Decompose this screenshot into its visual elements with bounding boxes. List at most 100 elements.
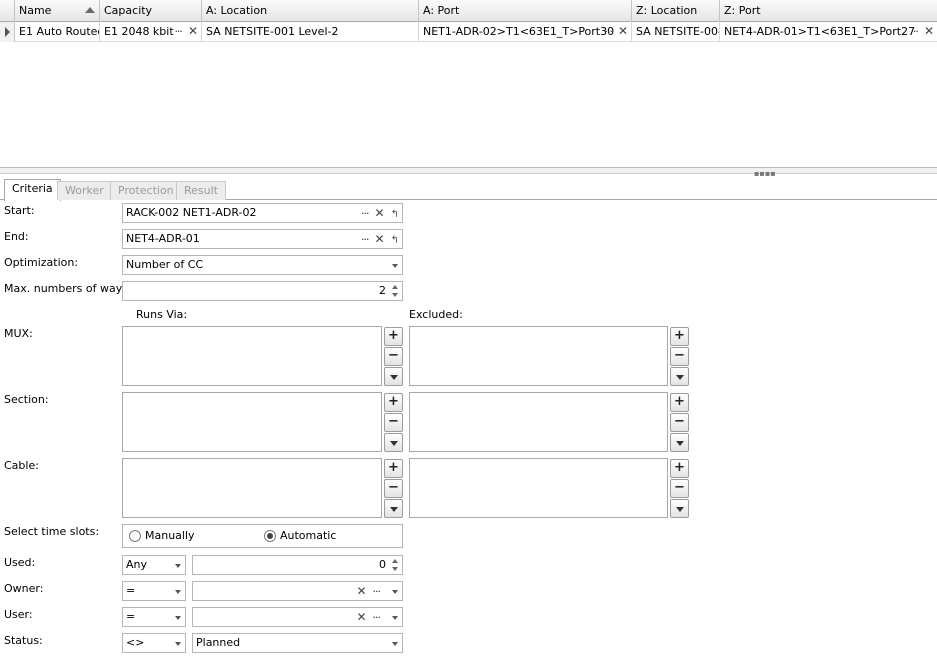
max-ways-stepper[interactable]: 2 <box>122 281 403 301</box>
column-header-a-location[interactable]: A: Location <box>202 0 419 22</box>
user-operator-select[interactable]: = <box>122 607 186 627</box>
chevron-down-icon[interactable] <box>392 590 398 594</box>
section-runs-via-list[interactable] <box>122 392 382 452</box>
section-runs-via-remove-button[interactable]: − <box>384 413 403 432</box>
manually-radio[interactable] <box>129 530 141 542</box>
automatic-radio-label[interactable]: Automatic <box>280 529 336 542</box>
status-value-select[interactable]: Planned <box>192 633 403 653</box>
cell-z-port[interactable]: NET4-ADR-01>T1<63E1_T>Port27 ··· ✕ <box>720 22 937 42</box>
mux-excluded-menu-button[interactable] <box>670 367 689 386</box>
mux-excluded-add-button[interactable]: + <box>670 327 689 346</box>
column-header-name[interactable]: Name <box>15 0 100 22</box>
tab-criteria[interactable]: Criteria <box>4 179 61 201</box>
triangle-down-icon <box>390 375 398 380</box>
status-operator-select[interactable]: <> <box>122 633 186 653</box>
clear-icon[interactable]: ✕ <box>188 24 198 38</box>
reset-icon[interactable]: ↰ <box>391 235 399 246</box>
chevron-down-icon[interactable] <box>175 590 181 594</box>
mux-runs-via-add-button[interactable]: + <box>384 327 403 346</box>
clear-icon[interactable]: ✕ <box>618 24 628 38</box>
section-runs-via-menu-button[interactable] <box>384 433 403 452</box>
column-header-label: Capacity <box>104 4 153 17</box>
spin-buttons[interactable] <box>390 283 400 299</box>
ellipsis-icon[interactable]: ··· <box>910 25 918 38</box>
panel-splitter[interactable]: ▪▪▪▪ <box>0 168 937 178</box>
column-header-capacity[interactable]: Capacity <box>100 0 202 22</box>
owner-operator-select[interactable]: = <box>122 581 186 601</box>
spin-down-icon[interactable] <box>392 293 398 297</box>
cable-excluded-add-button[interactable]: + <box>670 459 689 478</box>
used-value-stepper[interactable]: 0 <box>192 555 403 575</box>
chevron-down-icon[interactable] <box>175 616 181 620</box>
cell-capacity[interactable]: E1 2048 kbit ··· ✕ <box>100 22 202 42</box>
mux-excluded-remove-button[interactable]: − <box>670 347 689 366</box>
cell-z-location[interactable]: SA NETSITE-004 <box>632 22 720 42</box>
ellipsis-icon[interactable]: ··· <box>373 585 381 598</box>
user-value-field[interactable]: ✕ ··· <box>192 607 403 627</box>
ellipsis-icon[interactable]: ··· <box>373 611 381 624</box>
manually-radio-label[interactable]: Manually <box>145 529 195 542</box>
column-header-label: A: Port <box>423 4 460 17</box>
current-row-icon <box>5 27 10 37</box>
used-operator-select[interactable]: Any <box>122 555 186 575</box>
tab-worker[interactable]: Worker <box>57 181 112 200</box>
column-header-z-location[interactable]: Z: Location <box>632 0 720 22</box>
row-indicator[interactable] <box>0 22 15 42</box>
clear-icon[interactable]: ✕ <box>356 610 366 624</box>
column-header-z-port[interactable]: Z: Port <box>720 0 937 22</box>
section-excluded-add-button[interactable]: + <box>670 393 689 412</box>
cell-a-port[interactable]: NET1-ADR-02>T1<63E1_T>Port30 ··· ✕ <box>419 22 632 42</box>
tab-result[interactable]: Result <box>176 181 226 200</box>
ellipsis-icon[interactable]: ··· <box>361 233 369 246</box>
owner-value-field[interactable]: ✕ ··· <box>192 581 403 601</box>
cell-a-location[interactable]: SA NETSITE-001 Level-2 <box>202 22 419 42</box>
ellipsis-icon[interactable]: ··· <box>174 25 182 38</box>
spin-down-icon[interactable] <box>392 567 398 571</box>
spin-up-icon[interactable] <box>392 285 398 289</box>
spin-up-icon[interactable] <box>392 559 398 563</box>
column-header-a-port[interactable]: A: Port <box>419 0 632 22</box>
cell-name[interactable]: E1 Auto Routed <box>15 22 100 42</box>
optimization-select[interactable]: Number of CC <box>122 255 403 275</box>
clear-icon[interactable]: ✕ <box>356 584 366 598</box>
chevron-down-icon[interactable] <box>392 616 398 620</box>
cable-runs-via-list[interactable] <box>122 458 382 518</box>
cable-excluded-list[interactable] <box>409 458 668 518</box>
section-excluded-menu-button[interactable] <box>670 433 689 452</box>
start-field[interactable]: RACK-002 NET1-ADR-02 ··· ✕ ↰ <box>122 203 403 223</box>
automatic-radio[interactable] <box>264 530 276 542</box>
cable-runs-via-remove-button[interactable]: − <box>384 479 403 498</box>
ellipsis-icon[interactable]: ··· <box>361 207 369 220</box>
column-header-label: Z: Port <box>724 4 761 17</box>
chevron-down-icon[interactable] <box>175 642 181 646</box>
section-excluded-list[interactable] <box>409 392 668 452</box>
section-label: Section: <box>4 393 49 406</box>
cable-runs-via-menu-button[interactable] <box>384 499 403 518</box>
ellipsis-icon[interactable]: ··· <box>604 25 612 38</box>
tab-protection[interactable]: Protection <box>110 181 182 200</box>
table-row[interactable]: E1 Auto Routed E1 2048 kbit ··· ✕ SA NETS… <box>0 22 937 42</box>
mux-runs-via-list[interactable] <box>122 326 382 386</box>
chevron-down-icon[interactable] <box>175 564 181 568</box>
cable-excluded-menu-button[interactable] <box>670 499 689 518</box>
status-value: Planned <box>196 636 241 649</box>
clear-icon[interactable]: ✕ <box>924 24 934 38</box>
runs-via-label: Runs Via: <box>136 308 188 321</box>
mux-excluded-list[interactable] <box>409 326 668 386</box>
section-excluded-remove-button[interactable]: − <box>670 413 689 432</box>
clear-icon[interactable]: ✕ <box>375 206 385 220</box>
section-runs-via-add-button[interactable]: + <box>384 393 403 412</box>
max-ways-value: 2 <box>379 284 386 297</box>
mux-runs-via-remove-button[interactable]: − <box>384 347 403 366</box>
end-field[interactable]: NET4-ADR-01 ··· ✕ ↰ <box>122 229 403 249</box>
start-value: RACK-002 NET1-ADR-02 <box>126 206 257 219</box>
splitter-grip-icon[interactable]: ▪▪▪▪ <box>754 169 776 178</box>
spin-buttons[interactable] <box>390 557 400 573</box>
mux-runs-via-menu-button[interactable] <box>384 367 403 386</box>
cable-excluded-remove-button[interactable]: − <box>670 479 689 498</box>
reset-icon[interactable]: ↰ <box>391 209 399 220</box>
cable-runs-via-add-button[interactable]: + <box>384 459 403 478</box>
clear-icon[interactable]: ✕ <box>375 232 385 246</box>
chevron-down-icon[interactable] <box>392 264 398 268</box>
chevron-down-icon[interactable] <box>392 642 398 646</box>
